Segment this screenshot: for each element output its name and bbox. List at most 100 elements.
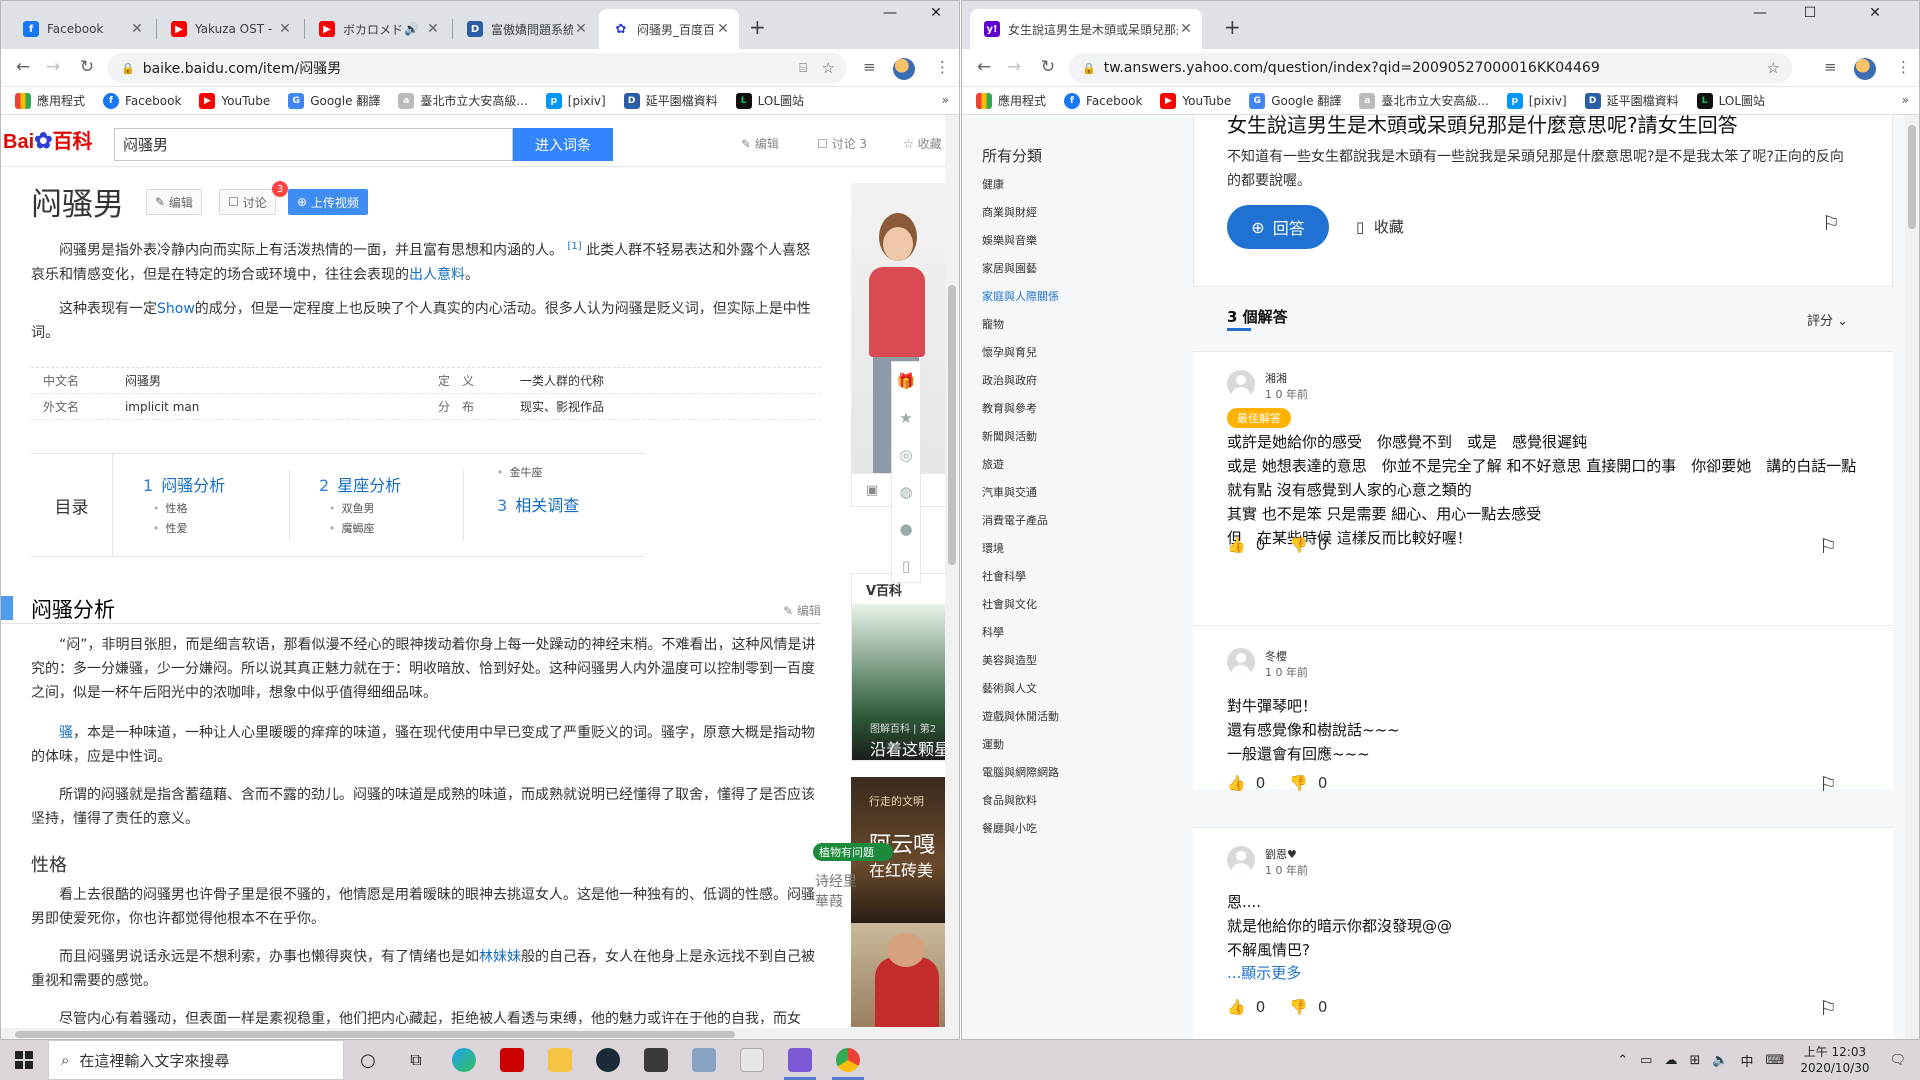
category-item[interactable]: 食品與飲料 — [982, 794, 1152, 822]
taskbar-search-input[interactable]: ⌕ 在這裡輸入文字來搜尋 — [48, 1040, 344, 1080]
task-view-button[interactable]: ⧉ — [392, 1040, 440, 1080]
taskbar-app-chrome[interactable] — [824, 1040, 872, 1080]
inline-link[interactable]: Show — [157, 301, 195, 317]
category-item[interactable]: 寵物 — [982, 318, 1152, 346]
taskbar-app-edge[interactable] — [440, 1040, 488, 1080]
flag-icon[interactable]: ⚐ — [1819, 996, 1837, 1020]
network-icon[interactable]: ⊞ — [1689, 1053, 1700, 1068]
enter-entry-button[interactable]: 进入词条 — [513, 128, 613, 161]
close-icon[interactable]: ✕ — [277, 21, 293, 37]
profile-avatar[interactable] — [1854, 58, 1876, 80]
bookmark-facebook[interactable]: f Facebook — [103, 92, 181, 109]
taskbar-app-steam[interactable] — [584, 1040, 632, 1080]
vbaike-card[interactable]: V百科 图解百科 | 第2 沿着这颗星 — [851, 573, 950, 761]
bookmark-facebook[interactable]: f Facebook — [1064, 92, 1142, 109]
plant-badge[interactable]: 植物有问题 — [813, 843, 893, 861]
flag-icon[interactable]: ⚐ — [1819, 534, 1837, 558]
category-item[interactable]: 科學 — [982, 626, 1152, 654]
thumbs-up-icon[interactable]: 👍 — [1227, 998, 1246, 1016]
close-icon[interactable]: ✕ — [1178, 21, 1194, 37]
profile-avatar[interactable] — [893, 58, 915, 80]
taskbar-app-photos[interactable] — [680, 1040, 728, 1080]
section-edit-link[interactable]: ✎ 编辑 — [783, 602, 821, 619]
playlist-icon[interactable]: ≡ — [1824, 58, 1837, 76]
category-item[interactable]: 旅遊 — [982, 458, 1152, 486]
speaker-icon[interactable]: 🔊 — [404, 22, 419, 36]
inline-link[interactable]: 林妹妹 — [479, 949, 521, 965]
translate-icon[interactable]: ⌸ — [799, 61, 807, 76]
bookmark-school[interactable]: a 臺北市立大安高級... — [398, 92, 528, 109]
scroll-thumb[interactable] — [948, 285, 956, 565]
bookmarks-overflow-icon[interactable]: » — [1902, 93, 1909, 107]
toc-subitem[interactable]: 性爱 — [153, 520, 188, 536]
bookmark-google-translate[interactable]: G Google 翻譯 — [1249, 92, 1341, 109]
top-edit-link[interactable]: ✎ 编辑 — [741, 135, 779, 152]
bookmark-school[interactable]: a 臺北市立大安高級... — [1359, 92, 1489, 109]
baidu-search-input[interactable]: 闷骚男 — [114, 128, 513, 161]
user-avatar[interactable] — [1227, 648, 1255, 676]
toc-subitem[interactable]: 性格 — [153, 500, 188, 516]
category-item[interactable]: 商業與財經 — [982, 206, 1152, 234]
scroll-thumb[interactable] — [1908, 125, 1916, 229]
reload-button[interactable]: ↻ — [75, 57, 99, 77]
discuss-button[interactable]: ☐ 讨论 — [219, 189, 276, 215]
bookmark-youtube[interactable]: ▶ YouTube — [199, 92, 270, 109]
user-name[interactable]: 冬櫻 — [1265, 648, 1287, 664]
bookmark-archive[interactable]: D 延平園檔資料 — [623, 92, 718, 109]
new-tab-button[interactable]: + — [749, 15, 766, 39]
show-more-link[interactable]: ...顯示更多 — [1227, 962, 1301, 983]
tab-document[interactable]: D 富傲嬌問題系統 ✕ — [453, 9, 597, 49]
upload-video-button[interactable]: ⊕ 上传视频 — [288, 189, 368, 215]
bookmark-pixiv[interactable]: p [pixiv] — [1506, 92, 1567, 109]
wechat-icon[interactable]: ◍ — [892, 473, 920, 510]
baidu-logo[interactable]: Bai✿百科 — [3, 125, 93, 154]
tab-baidu-active[interactable]: ✿ 闷骚男_百度百科 ✕ — [599, 9, 739, 49]
speaker-icon[interactable]: 🔈 — [1712, 1053, 1728, 1068]
bookmark-pixiv[interactable]: p [pixiv] — [545, 92, 606, 109]
close-window-button[interactable]: ✕ — [1852, 5, 1898, 21]
toc-subitem[interactable]: 魔蝎座 — [329, 520, 375, 536]
cortana-button[interactable]: ○ — [344, 1040, 392, 1080]
battery-icon[interactable]: ▭ — [1640, 1053, 1652, 1068]
thumbs-up-icon[interactable]: 👍 — [1227, 536, 1246, 554]
category-item[interactable]: 運動 — [982, 738, 1152, 766]
maximize-button[interactable]: ☐ — [1787, 5, 1833, 21]
close-icon[interactable]: ✕ — [129, 21, 145, 37]
menu-icon[interactable]: ⋮ — [1896, 58, 1911, 76]
bookmarks-overflow-icon[interactable]: » — [942, 93, 949, 107]
thumbs-down-icon[interactable]: 👎 — [1289, 536, 1308, 554]
category-item[interactable]: 遊戲與休閒活動 — [982, 710, 1152, 738]
address-bar[interactable]: 🔒 tw.answers.yahoo.com/question/index?qi… — [1068, 53, 1792, 83]
bookmark-archive[interactable]: D 延平園檔資料 — [1584, 92, 1679, 109]
inline-link[interactable]: 出人意料 — [409, 267, 465, 283]
vertical-scrollbar[interactable] — [1905, 115, 1919, 1039]
user-avatar[interactable] — [1227, 846, 1255, 874]
toc-item-1[interactable]: 1 闷骚分析 — [143, 472, 225, 496]
category-item[interactable]: 藝術與人文 — [982, 682, 1152, 710]
toc-item-3[interactable]: 3 相关调查 — [497, 492, 579, 516]
minimize-button[interactable]: — — [1737, 5, 1783, 21]
cloud-icon[interactable]: ☁ — [1664, 1053, 1677, 1068]
clock[interactable]: 上午 12:03 2020/10/30 — [1800, 1044, 1869, 1076]
flag-icon[interactable]: ⚐ — [1819, 772, 1837, 796]
back-button[interactable]: ← — [11, 57, 35, 77]
forward-button[interactable]: → — [1002, 57, 1026, 77]
close-icon[interactable]: ✕ — [425, 21, 441, 37]
taskbar-app-chat[interactable] — [776, 1040, 824, 1080]
inline-link[interactable]: 骚 — [59, 725, 73, 741]
category-item[interactable]: 餐廳與小吃 — [982, 822, 1152, 850]
toc-subitem[interactable]: 金牛座 — [497, 464, 543, 480]
bookmark-lol[interactable]: L LOL圖站 — [1696, 92, 1765, 109]
category-item[interactable]: 社會與文化 — [982, 598, 1152, 626]
close-window-button[interactable]: ✕ — [913, 5, 959, 21]
forward-button[interactable]: → — [41, 57, 65, 77]
user-avatar[interactable] — [1227, 370, 1255, 398]
thumbs-down-icon[interactable]: 👎 — [1289, 774, 1308, 792]
ime-indicator[interactable]: 中 — [1741, 1051, 1754, 1070]
sort-dropdown[interactable]: 評分 ⌄ — [1807, 310, 1848, 329]
bookmark-youtube[interactable]: ▶ YouTube — [1160, 92, 1231, 109]
tab-yahoo-answers[interactable]: y! 女生說這男生是木頭或呆頭兒那是 ✕ — [970, 9, 1202, 49]
category-item[interactable]: 家居與園藝 — [982, 262, 1152, 290]
start-button[interactable] — [0, 1040, 48, 1080]
citation-link[interactable]: [1] — [567, 241, 581, 252]
